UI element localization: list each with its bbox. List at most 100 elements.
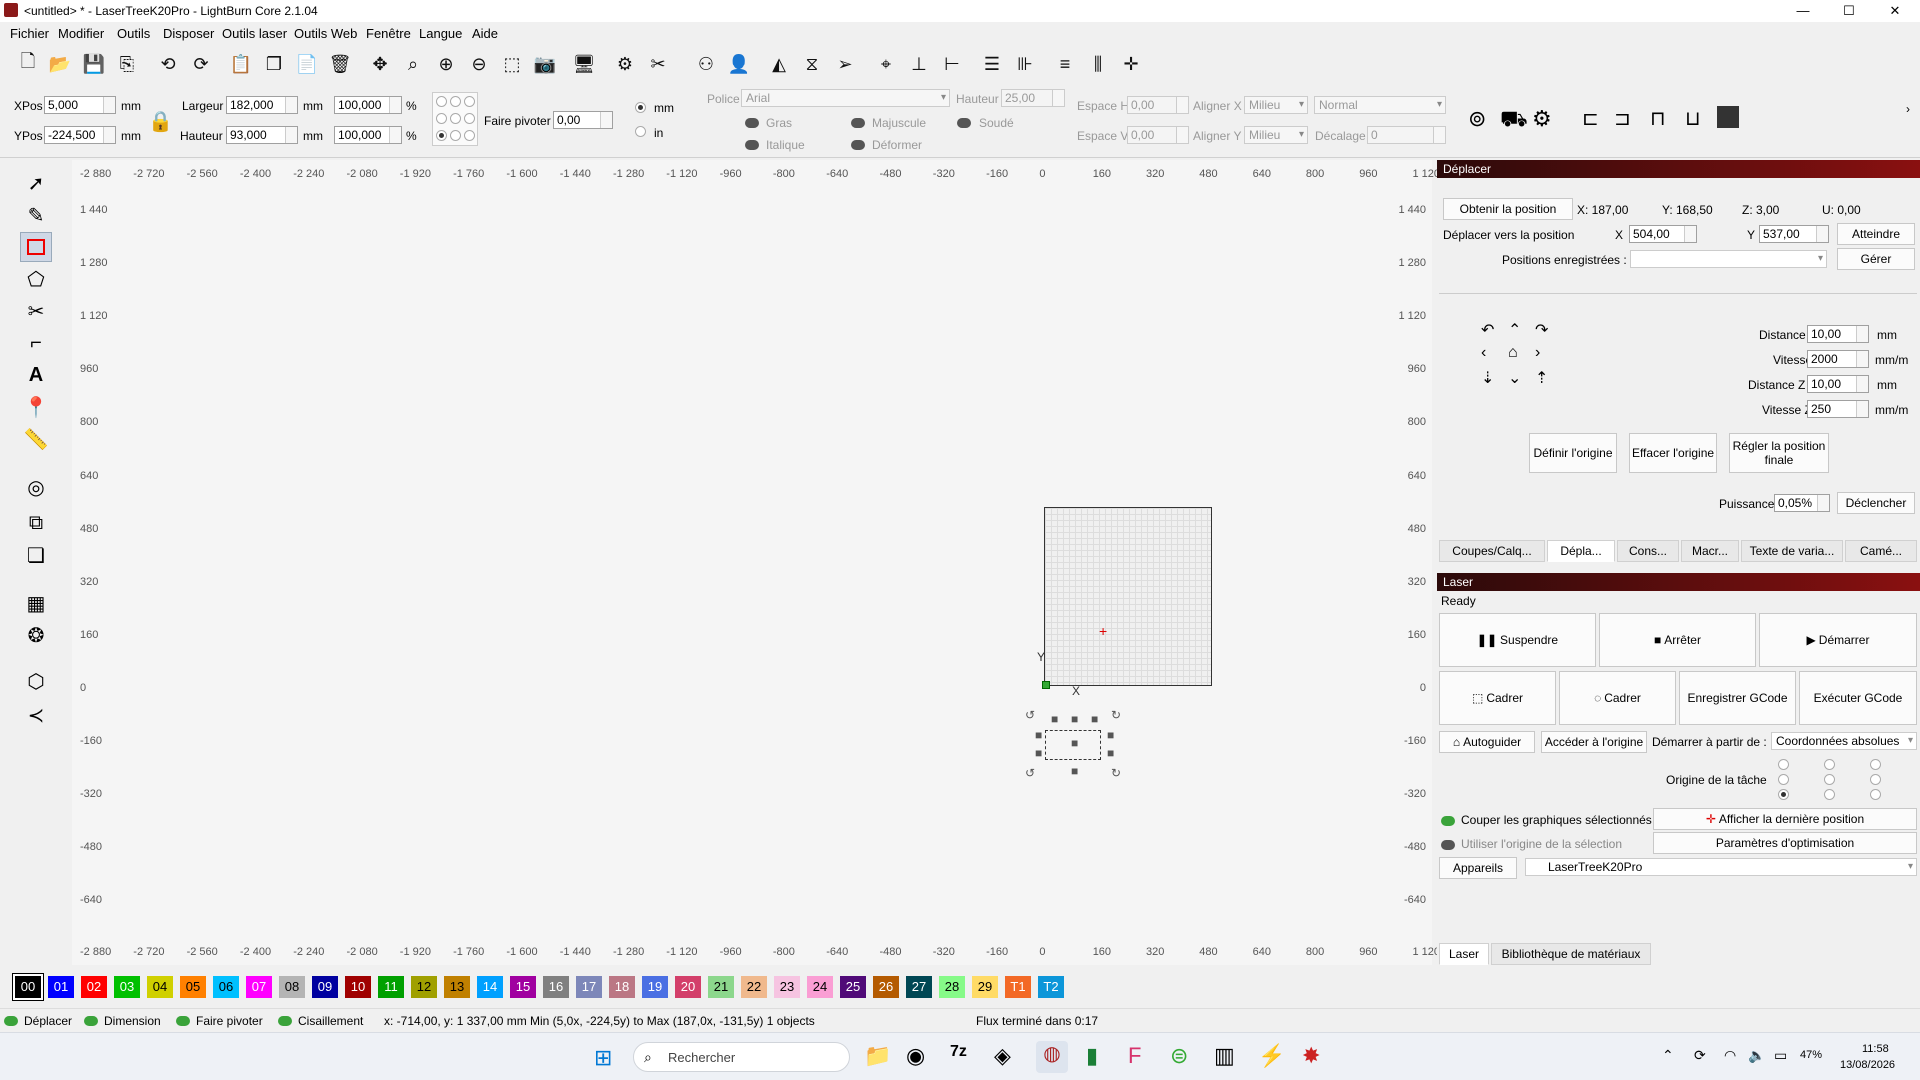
xpos-field[interactable]: 5,000 — [44, 96, 116, 114]
offset-icon[interactable]: ◎ — [20, 472, 52, 502]
position-marker-icon[interactable]: 📍 — [20, 392, 52, 422]
zoom-in-icon[interactable]: ⊕ — [432, 50, 460, 78]
pen-icon[interactable]: ✎ — [20, 200, 52, 230]
distance-z-field[interactable]: 10,00 — [1807, 375, 1869, 393]
undo-icon[interactable]: ⟲ — [154, 50, 182, 78]
scale-handle-icon[interactable]: ■ — [1051, 712, 1058, 726]
rectangle-tool-icon[interactable] — [20, 232, 52, 262]
stop-button[interactable]: ■ Arrêter — [1599, 613, 1756, 667]
open-folder-icon[interactable]: 📂 — [46, 50, 74, 78]
anchor-radio[interactable] — [450, 96, 461, 107]
menu-aide[interactable]: Aide — [472, 26, 498, 41]
job-origin-radio[interactable] — [1778, 774, 1789, 785]
app-buildings-icon[interactable]: ▥ — [1214, 1043, 1235, 1069]
layer-swatch-24[interactable]: 24 — [807, 976, 833, 998]
ungroup-icon[interactable]: 👤 — [725, 50, 753, 78]
rotate-toggle[interactable] — [176, 1016, 190, 1026]
spreadsheet-icon[interactable]: ▮ — [1086, 1043, 1098, 1069]
width-percent-field[interactable]: 100,000 — [334, 96, 402, 114]
bitmap-icon[interactable] — [1717, 106, 1739, 128]
align-y-combo[interactable]: Milieu — [1244, 126, 1308, 144]
taskbar-search[interactable]: ⌕ Rechercher — [633, 1042, 850, 1072]
send-icon[interactable]: ➢ — [831, 50, 859, 78]
layer-swatch-06[interactable]: 06 — [213, 976, 239, 998]
job-origin-radio[interactable] — [1778, 759, 1789, 770]
menu-disposer[interactable]: Disposer — [163, 26, 214, 41]
layer-swatch-18[interactable]: 18 — [609, 976, 635, 998]
job-origin-radio[interactable] — [1824, 789, 1835, 800]
job-origin-radio[interactable] — [1870, 789, 1881, 800]
tools-icon[interactable]: ✂ — [644, 50, 672, 78]
zoom-fit-icon[interactable]: ⌕ — [399, 50, 427, 78]
7zip-icon[interactable]: 7z — [950, 1043, 967, 1061]
layer-swatch-15[interactable]: 15 — [510, 976, 536, 998]
jog-left-icon[interactable]: ‹ — [1481, 344, 1486, 362]
uppercase-toggle[interactable] — [851, 118, 865, 128]
layer-swatch-T2[interactable]: T2 — [1038, 976, 1064, 998]
move-icon[interactable]: ✥ — [366, 50, 394, 78]
scale-handle-icon[interactable]: ■ — [1035, 728, 1042, 742]
crosshair-icon[interactable]: ✛ — [1117, 50, 1145, 78]
tab-laser[interactable]: Laser — [1439, 943, 1489, 965]
move-toggle[interactable] — [4, 1016, 18, 1026]
layer-swatch-17[interactable]: 17 — [576, 976, 602, 998]
align-bottom-edge-icon[interactable]: ⊔ — [1685, 106, 1701, 131]
anchor-radio[interactable] — [464, 130, 475, 141]
start-from-combo[interactable]: Coordonnées absolues — [1771, 732, 1917, 750]
rotary-icon[interactable]: ⊚ — [1468, 106, 1486, 132]
tab-console[interactable]: Cons... — [1617, 540, 1679, 562]
save-gcode-button[interactable]: Enregistrer GCode — [1679, 671, 1796, 725]
rotate-cw-icon[interactable]: ↷ — [1535, 320, 1548, 340]
layer-swatch-11[interactable]: 11 — [378, 976, 404, 998]
manage-button[interactable]: Gérer — [1837, 248, 1915, 270]
windows-start-icon[interactable]: ⊞ — [594, 1045, 612, 1071]
frame-rect-button[interactable]: ⬚ Cadrer — [1439, 671, 1556, 725]
boolean-weld-icon[interactable]: ❏ — [20, 540, 52, 570]
run-gcode-button[interactable]: Exécuter GCode — [1799, 671, 1917, 725]
goto-button[interactable]: Atteindre — [1837, 223, 1915, 245]
save-icon[interactable]: 💾 — [80, 50, 108, 78]
job-origin-radio[interactable] — [1870, 759, 1881, 770]
delete-icon[interactable]: 🗑 — [326, 50, 354, 78]
show-last-position-button[interactable]: ✛ Afficher la dernière position — [1653, 808, 1917, 830]
home-icon[interactable]: ⌂ — [1508, 344, 1518, 362]
scale-handle-icon[interactable]: ■ — [1091, 712, 1098, 726]
rotate-handle-icon[interactable]: ↺ — [1025, 766, 1035, 780]
wifi-icon[interactable]: ◠ — [1724, 1047, 1736, 1064]
measure-icon[interactable]: 📏 — [20, 424, 52, 454]
tab-macros[interactable]: Macr... — [1681, 540, 1739, 562]
job-origin-radio-selected[interactable] — [1778, 789, 1789, 800]
tab-variable-text[interactable]: Texte de varia... — [1741, 540, 1843, 562]
app-laser-icon[interactable]: ⚡ — [1258, 1043, 1285, 1069]
center-icon[interactable]: ⌖ — [872, 50, 900, 78]
tab-camera[interactable]: Camé... — [1845, 540, 1917, 562]
set-home-button[interactable]: Régler la position finale — [1729, 433, 1829, 473]
move-x-field[interactable]: 504,00 — [1629, 225, 1697, 243]
scale-handle-icon[interactable]: ■ — [1071, 712, 1078, 726]
redo-icon[interactable]: ⟳ — [187, 50, 215, 78]
layer-swatch-08[interactable]: 08 — [279, 976, 305, 998]
anchor-radio[interactable] — [436, 113, 447, 124]
group-icon[interactable]: ⚇ — [692, 50, 720, 78]
lightburn-taskbar-icon[interactable]: ◍ — [1036, 1041, 1068, 1073]
bold-toggle[interactable] — [745, 118, 759, 128]
scale-handle-icon[interactable]: ■ — [1107, 728, 1114, 742]
layer-swatch-26[interactable]: 26 — [873, 976, 899, 998]
scissors-icon[interactable]: ✂ — [20, 296, 52, 326]
fire-button[interactable]: Déclencher — [1837, 492, 1915, 514]
italic-toggle[interactable] — [745, 140, 759, 150]
menu-fenetre[interactable]: Fenêtre — [366, 26, 411, 41]
layer-swatch-02[interactable]: 02 — [81, 976, 107, 998]
jog-up-icon[interactable]: ⌃ — [1508, 320, 1521, 340]
layer-swatch-04[interactable]: 04 — [147, 976, 173, 998]
anchor-radio[interactable] — [464, 96, 475, 107]
battery-icon[interactable]: ▭ — [1774, 1047, 1787, 1064]
maximize-button[interactable]: ☐ — [1826, 0, 1872, 22]
espace-h-field[interactable]: 0,00 — [1127, 96, 1189, 114]
layer-swatch-14[interactable]: 14 — [477, 976, 503, 998]
lock-icon[interactable]: 🔒 — [148, 109, 173, 139]
menu-outils-web[interactable]: Outils Web — [294, 26, 357, 41]
ypos-field[interactable]: -224,500 — [44, 126, 116, 144]
distribute-v-icon[interactable]: ≡ — [1051, 50, 1079, 78]
tray-chevron-icon[interactable]: ⌃ — [1662, 1047, 1674, 1064]
